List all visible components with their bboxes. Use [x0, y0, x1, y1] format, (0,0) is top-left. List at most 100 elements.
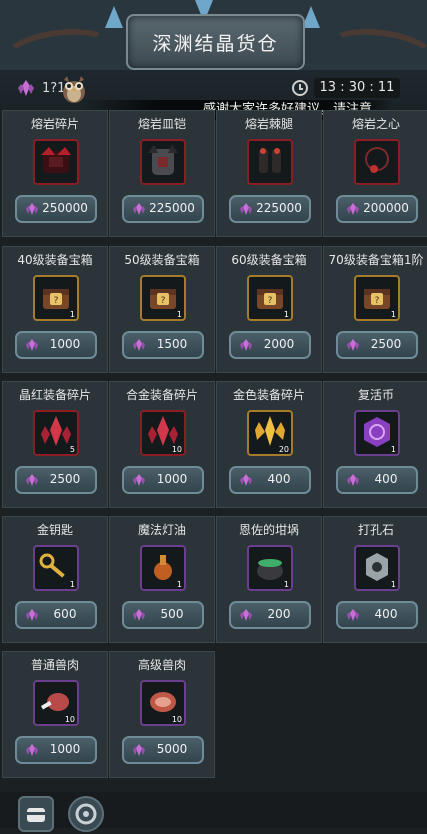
- item-slot[interactable]: [140, 139, 186, 185]
- shop-item-card[interactable]: 70级装备宝箱1阶 ? 1 2500: [323, 246, 427, 373]
- buy-button[interactable]: 225000: [122, 195, 204, 223]
- shop-item-card[interactable]: 熔岩之心 200000: [323, 110, 427, 237]
- item-price: 225000: [256, 201, 302, 215]
- item-name: 70级装备宝箱1阶: [328, 253, 424, 267]
- abyss-crystal-icon: [240, 339, 252, 351]
- item-slot[interactable]: ? 1: [354, 275, 400, 321]
- shop-item-card[interactable]: 高级兽肉 10 5000: [109, 651, 215, 778]
- item-slot[interactable]: 20: [247, 410, 293, 456]
- item-price: 250000: [42, 201, 88, 215]
- abyss-crystal-icon: [240, 474, 252, 486]
- item-price: 225000: [149, 201, 195, 215]
- abyss-crystal-icon: [240, 609, 252, 621]
- buy-button[interactable]: 2000: [229, 331, 311, 359]
- header: 深渊结晶货仓 1?14 13 : 30 : 11: [0, 0, 427, 115]
- title-banner: 深渊结晶货仓: [126, 14, 305, 70]
- item-slot[interactable]: 10: [33, 680, 79, 726]
- item-name: 金钥匙: [36, 523, 73, 537]
- shop-item-card[interactable]: 金色装备碎片 20 400: [216, 381, 322, 508]
- item-name: 恩佐的坩埚: [238, 523, 299, 537]
- shop-item-card[interactable]: 合金装备碎片 10 1000: [109, 381, 215, 508]
- item-quantity: 5: [69, 445, 75, 454]
- item-slot[interactable]: 10: [140, 410, 186, 456]
- item-price: 600: [53, 607, 77, 621]
- item-slot[interactable]: 1: [33, 545, 79, 591]
- svg-text:?: ?: [54, 296, 59, 306]
- item-slot[interactable]: 1: [140, 545, 186, 591]
- item-name: 60级装备宝箱: [231, 253, 307, 267]
- lava-greaves-icon: [259, 148, 281, 173]
- shop-item-card[interactable]: 魔法灯油 1 500: [109, 516, 215, 643]
- abyss-crystal-icon: [26, 744, 38, 756]
- item-name: 高级兽肉: [137, 658, 186, 672]
- shop-item-card[interactable]: 熔岩皿铠 225000: [109, 110, 215, 237]
- abyss-crystal-icon: [26, 203, 38, 215]
- buy-button[interactable]: 600: [15, 601, 97, 629]
- buy-button[interactable]: 2500: [336, 331, 418, 359]
- item-name: 熔岩棘腿: [244, 117, 293, 131]
- item-slot[interactable]: 10: [140, 680, 186, 726]
- shop-item-card[interactable]: 打孔石 1 400: [323, 516, 427, 643]
- buy-button[interactable]: 225000: [229, 195, 311, 223]
- abyss-crystal-icon: [347, 203, 359, 215]
- buy-button[interactable]: 250000: [15, 195, 97, 223]
- item-quantity: 1: [69, 580, 75, 589]
- item-slot[interactable]: ? 1: [33, 275, 79, 321]
- item-slot[interactable]: 1: [354, 545, 400, 591]
- buy-button[interactable]: 400: [336, 466, 418, 494]
- resource-bar: 1?14 13 : 30 : 11: [12, 76, 416, 103]
- item-price: 400: [374, 607, 398, 621]
- item-slot[interactable]: 1: [247, 545, 293, 591]
- tab-shop[interactable]: [18, 796, 54, 832]
- buy-button[interactable]: 1000: [15, 736, 97, 764]
- buy-button[interactable]: 200: [229, 601, 311, 629]
- item-slot[interactable]: [354, 139, 400, 185]
- abyss-crystal-icon: [133, 474, 145, 486]
- page-title: 深渊结晶货仓: [152, 32, 279, 55]
- item-slot[interactable]: ? 1: [247, 275, 293, 321]
- buy-button[interactable]: 200000: [336, 195, 418, 223]
- buy-button[interactable]: 2500: [15, 466, 97, 494]
- item-slot[interactable]: 1: [354, 410, 400, 456]
- item-slot[interactable]: ? 1: [140, 275, 186, 321]
- abyss-crystal-icon: [347, 339, 359, 351]
- buy-button[interactable]: 1500: [122, 331, 204, 359]
- crystal-decoration: [105, 6, 123, 28]
- shop-item-card[interactable]: 复活币 1 400: [323, 381, 427, 508]
- shop-item-card[interactable]: 恩佐的坩埚 1 200: [216, 516, 322, 643]
- abyss-crystal-icon: [133, 203, 145, 215]
- item-name: 普通兽肉: [30, 658, 79, 672]
- buy-button[interactable]: 1000: [122, 466, 204, 494]
- buy-button[interactable]: 5000: [122, 736, 204, 764]
- buy-button[interactable]: 400: [336, 601, 418, 629]
- item-slot[interactable]: [33, 139, 79, 185]
- lava-chestplate-icon: [148, 145, 178, 175]
- clock-icon: [292, 80, 308, 96]
- buy-button[interactable]: 500: [122, 601, 204, 629]
- item-slot[interactable]: 5: [33, 410, 79, 456]
- svg-text:?: ?: [268, 296, 273, 306]
- item-quantity: 1: [283, 310, 289, 319]
- shop-item-card[interactable]: 50级装备宝箱? 1 1500: [109, 246, 215, 373]
- shop-item-card[interactable]: 熔岩碎片 250000: [2, 110, 108, 237]
- shop-item-card[interactable]: 熔岩棘腿 225000: [216, 110, 322, 237]
- item-price: 400: [267, 472, 291, 486]
- item-quantity: 20: [278, 445, 289, 454]
- tab-settings[interactable]: [68, 796, 104, 832]
- item-price: 200000: [363, 201, 409, 215]
- buy-button[interactable]: 1000: [15, 331, 97, 359]
- shop-item-card[interactable]: 晶红装备碎片 5 2500: [2, 381, 108, 508]
- svg-text:?: ?: [161, 296, 166, 306]
- item-name: 金色装备碎片: [232, 388, 305, 402]
- chest-tab-icon: [27, 808, 45, 822]
- shop-item-card[interactable]: 普通兽肉 10 1000: [2, 651, 108, 778]
- item-name: 魔法灯油: [137, 523, 186, 537]
- shop-item-card[interactable]: 60级装备宝箱? 1 2000: [216, 246, 322, 373]
- shop-item-card[interactable]: 金钥匙 1 600: [2, 516, 108, 643]
- item-quantity: 1: [390, 580, 396, 589]
- item-slot[interactable]: [247, 139, 293, 185]
- item-price: 200: [267, 607, 291, 621]
- item-quantity: 1: [69, 310, 75, 319]
- buy-button[interactable]: 400: [229, 466, 311, 494]
- shop-item-card[interactable]: 40级装备宝箱? 1 1000: [2, 246, 108, 373]
